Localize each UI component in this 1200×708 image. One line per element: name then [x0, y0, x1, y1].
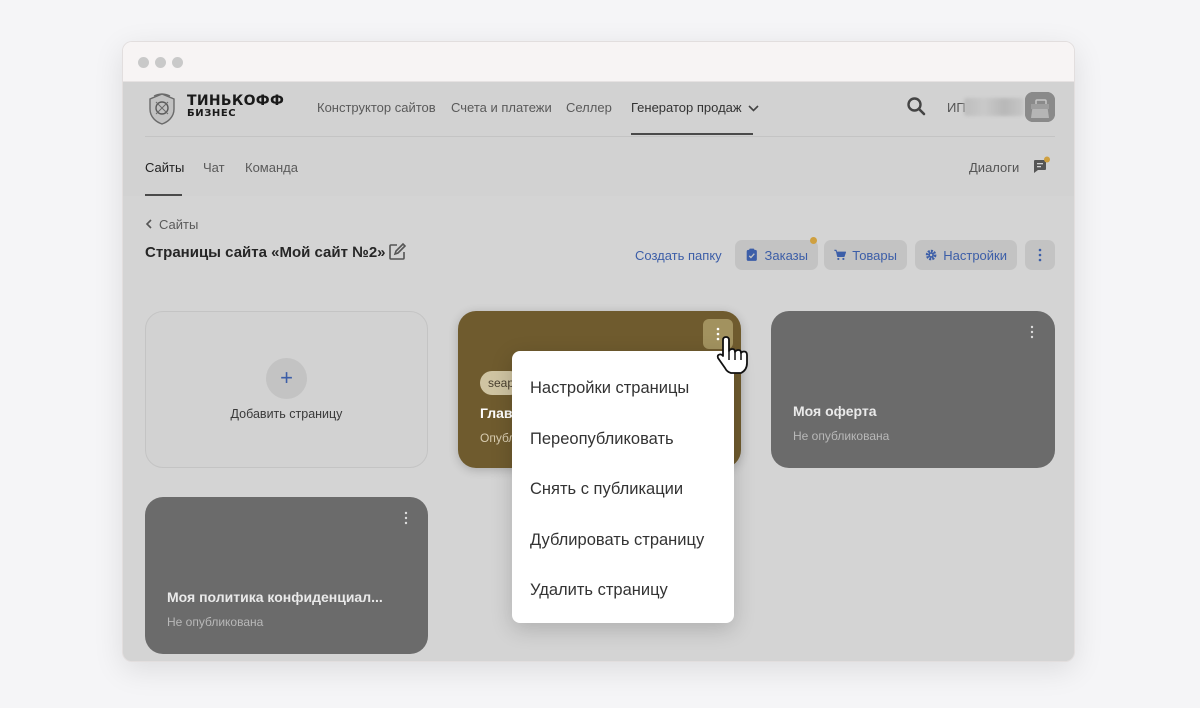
nav-site-builder[interactable]: Конструктор сайтов: [317, 100, 436, 115]
dialogs-link[interactable]: Диалоги: [969, 160, 1019, 175]
orders-button-label: Заказы: [764, 247, 808, 263]
menu-item-unpublish[interactable]: Снять с публикации: [512, 464, 734, 515]
menu-item-republish[interactable]: Переопубликовать: [512, 414, 734, 465]
kebab-menu-icon[interactable]: [404, 511, 408, 525]
window-dot-close[interactable]: [138, 57, 149, 68]
window-dot-minimize[interactable]: [155, 57, 166, 68]
page-card-title: Глав: [480, 405, 513, 421]
settings-button[interactable]: Настройки: [915, 240, 1017, 270]
create-folder-button[interactable]: Создать папку: [635, 248, 722, 263]
account-name[interactable]: ИП: [947, 100, 966, 115]
bank-crest-logo[interactable]: [145, 92, 179, 126]
add-page-label: Добавить страницу: [230, 407, 343, 421]
clipboard-icon: [746, 248, 757, 261]
nav-sales-generator[interactable]: Генератор продаж: [631, 100, 759, 115]
nav-seller[interactable]: Селлер: [566, 100, 612, 115]
avatar[interactable]: [1025, 92, 1055, 122]
page-title: Страницы сайта «Мой сайт №2»: [145, 244, 386, 261]
products-button-label: Товары: [852, 247, 897, 263]
chat-bubble-icon[interactable]: [1031, 156, 1051, 176]
window-dot-maximize[interactable]: [172, 57, 183, 68]
nav-accounts-payments[interactable]: Счета и платежи: [451, 100, 552, 115]
nav-sales-generator-label: Генератор продаж: [631, 100, 742, 115]
brand-name: ТИНЬКОФФ: [187, 93, 285, 109]
chevron-left-icon: [145, 219, 152, 229]
orders-notification-dot: [810, 237, 817, 244]
page-card-oferta[interactable]: Моя оферта Не опубликована: [771, 311, 1055, 468]
top-nav: ТИНЬКОФФ БИЗНЕС Конструктор сайтов Счета…: [123, 82, 1074, 136]
kebab-menu-icon[interactable]: [1030, 325, 1034, 339]
orders-button[interactable]: Заказы: [735, 240, 818, 270]
brand-wordmark[interactable]: ТИНЬКОФФ БИЗНЕС: [187, 94, 284, 119]
page-card-policy[interactable]: Моя политика конфиденциал... Не опублико…: [145, 497, 428, 654]
tab-team[interactable]: Команда: [245, 160, 298, 175]
briefcase-icon: [1025, 92, 1055, 122]
gear-icon: [925, 249, 937, 261]
back-link-label: Сайты: [159, 217, 199, 232]
menu-item-duplicate[interactable]: Дублировать страницу: [512, 515, 734, 566]
app-area: ТИНЬКОФФ БИЗНЕС Конструктор сайтов Счета…: [123, 82, 1074, 661]
tab-sites[interactable]: Сайты: [145, 160, 184, 175]
edit-icon[interactable]: [387, 242, 407, 262]
active-nav-indicator: [631, 133, 753, 135]
page-card-status: Не опубликована: [167, 615, 264, 629]
add-page-card[interactable]: + Добавить страницу: [145, 311, 428, 468]
browser-window: ТИНЬКОФФ БИЗНЕС Конструктор сайтов Счета…: [122, 41, 1075, 662]
back-link[interactable]: Сайты: [145, 217, 198, 232]
window-titlebar: [123, 42, 1074, 82]
page-card-title: Моя политика конфиденциал...: [167, 589, 383, 605]
kebab-menu-icon: [1038, 248, 1042, 262]
chevron-down-icon: [748, 105, 759, 112]
page-card-status: Не опубликована: [793, 429, 890, 443]
products-button[interactable]: Товары: [824, 240, 907, 270]
hand-pointer-cursor-icon: [716, 336, 748, 374]
page-card-title: Моя оферта: [793, 403, 877, 419]
header-divider: [145, 136, 1055, 137]
brand-subtitle: БИЗНЕС: [187, 108, 237, 119]
tab-chat[interactable]: Чат: [203, 160, 225, 175]
plus-icon: +: [266, 358, 307, 399]
more-actions-button[interactable]: [1025, 240, 1055, 270]
cart-icon: [834, 249, 847, 261]
page-card-status: Опубл: [480, 431, 516, 445]
menu-item-delete[interactable]: Удалить страницу: [512, 565, 734, 616]
search-icon[interactable]: [906, 96, 926, 116]
settings-button-label: Настройки: [943, 247, 1007, 263]
menu-item-page-settings[interactable]: Настройки страницы: [512, 363, 734, 414]
page-context-menu: Настройки страницы Переопубликовать Снят…: [512, 351, 734, 623]
account-name-blurred: [964, 98, 1024, 116]
